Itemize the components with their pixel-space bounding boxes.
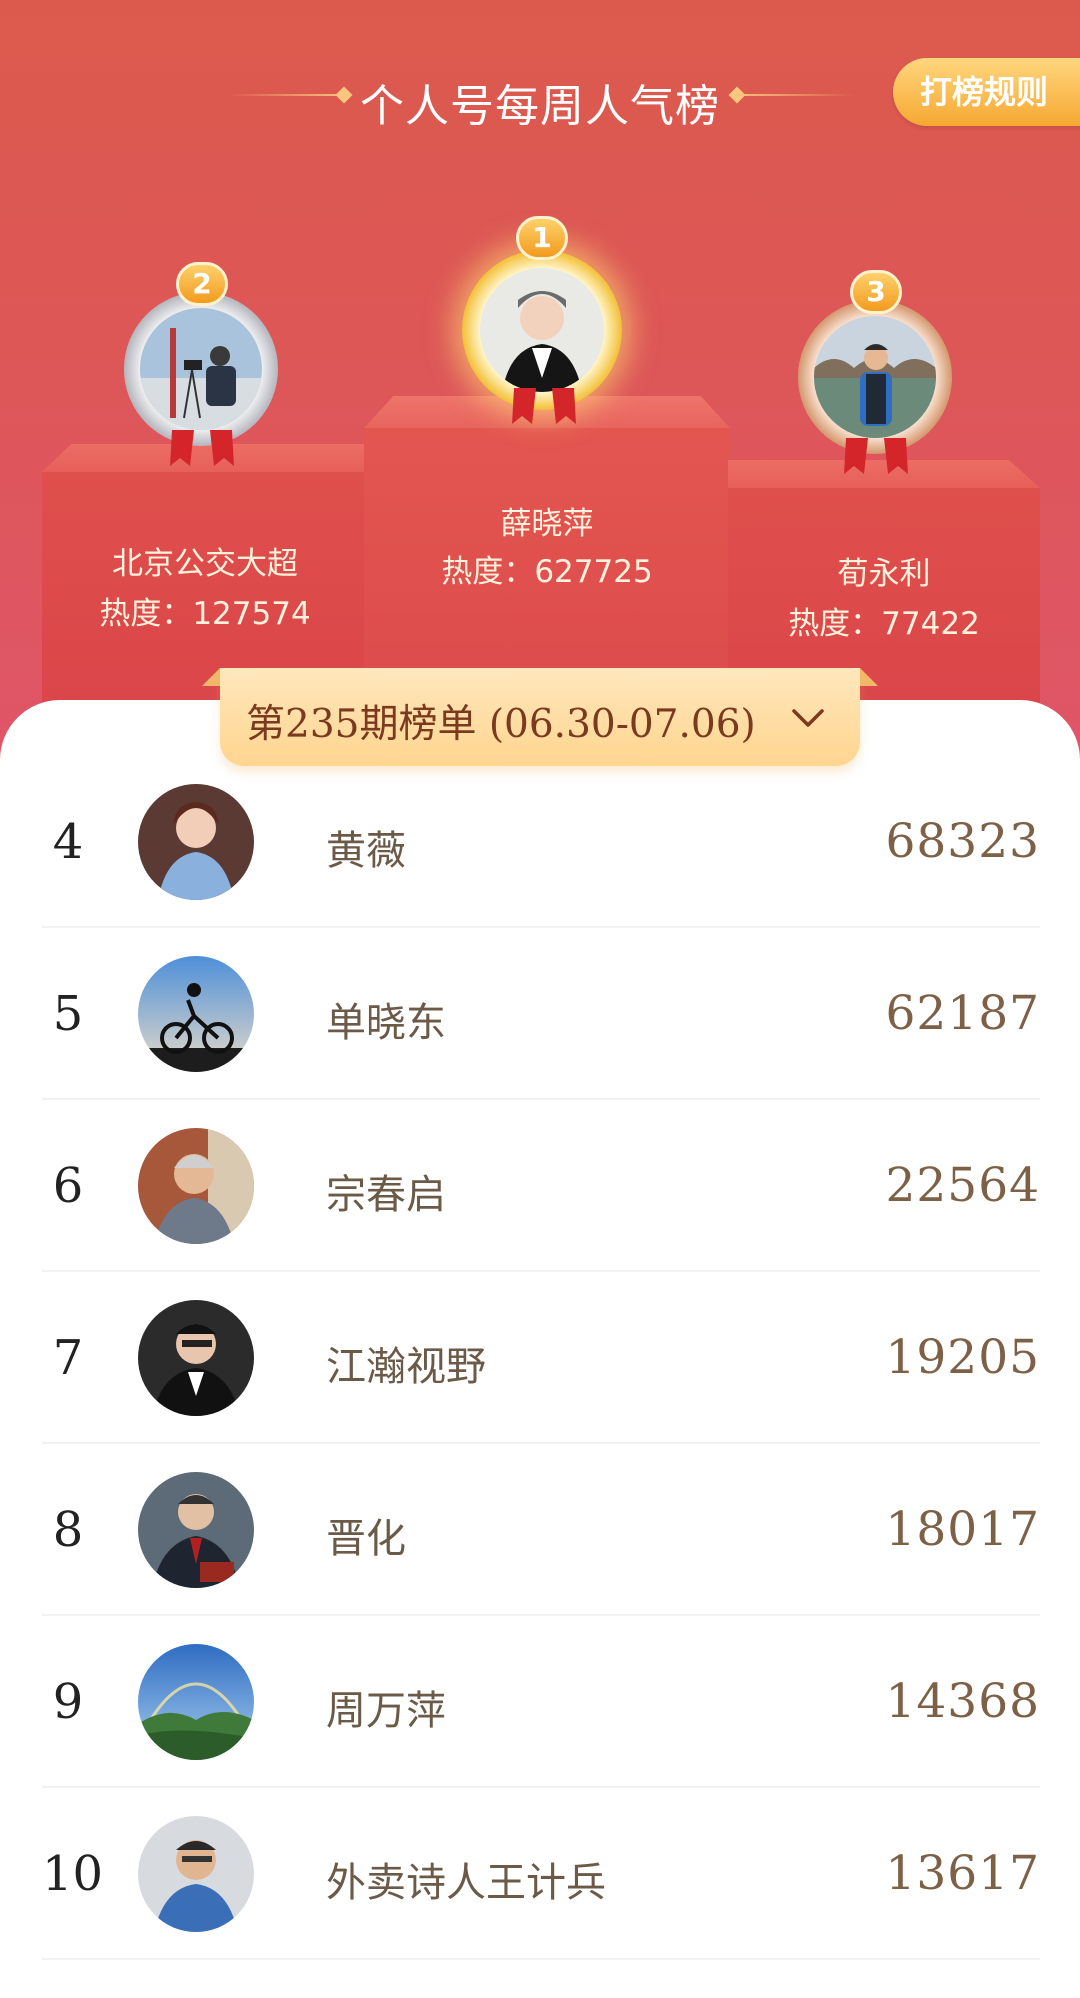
avatar[interactable] [138, 1300, 254, 1416]
hero-banner: 个人号每周人气榜 打榜规则 北京公交大超 热度：127574 薛晓萍 热度：62… [0, 0, 1080, 780]
user-name: 单晓东 [326, 1000, 446, 1046]
medal-silver[interactable]: 2 [124, 262, 284, 466]
list-item[interactable]: 9 周万萍 14368 [42, 1616, 1040, 1788]
avatar[interactable] [138, 1128, 254, 1244]
avatar [480, 268, 604, 392]
title-decoration-right [739, 94, 854, 96]
page-title: 个人号每周人气榜 [360, 81, 720, 132]
avatar[interactable] [138, 1472, 254, 1588]
avatar[interactable] [138, 1644, 254, 1760]
list-item[interactable]: 6 宗春启 22564 [42, 1100, 1040, 1272]
rank-badge: 1 [516, 216, 568, 260]
avatar[interactable] [138, 1816, 254, 1932]
ribbon-icon [506, 388, 582, 432]
user-name: 周万萍 [326, 1688, 446, 1734]
podium-name: 荀永利 [837, 556, 931, 592]
podium-name: 北京公交大超 [112, 546, 298, 582]
podium-heat: 热度：627725 [441, 554, 653, 590]
rank-badge: 3 [850, 270, 902, 314]
podium-heat: 热度：127574 [99, 596, 311, 632]
ribbon-icon [838, 438, 914, 482]
score: 22564 [885, 1158, 1040, 1213]
rules-button[interactable]: 打榜规则 [893, 58, 1080, 126]
avatar [814, 316, 936, 438]
rank-number: 4 [52, 814, 84, 870]
period-label: 第235期榜单 (06.30-07.06) [246, 702, 756, 747]
score: 13617 [885, 1846, 1040, 1901]
score: 19205 [885, 1330, 1040, 1385]
podium-heat: 热度：77422 [788, 606, 980, 642]
score: 14368 [885, 1674, 1040, 1729]
avatar [140, 308, 262, 430]
title-decoration-left [228, 94, 343, 96]
rank-number: 5 [52, 986, 84, 1042]
list-item[interactable]: 5 单晓东 62187 [42, 928, 1040, 1100]
score: 68323 [885, 814, 1040, 869]
user-name: 外卖诗人王计兵 [326, 1860, 606, 1906]
medal-gold[interactable]: 1 [462, 216, 622, 424]
ranking-panel: 4 黄薇 68323 5 单晓东 62187 6 宗春启 22564 7 江瀚视… [0, 700, 1080, 1998]
avatar[interactable] [138, 956, 254, 1072]
list-item[interactable]: 8 晋化 18017 [42, 1444, 1040, 1616]
rank-number: 10 [42, 1846, 104, 1902]
user-name: 晋化 [326, 1516, 406, 1562]
rank-number: 8 [52, 1502, 84, 1558]
user-name: 黄薇 [326, 828, 406, 874]
score: 62187 [885, 986, 1040, 1041]
rank-number: 6 [52, 1158, 84, 1214]
ribbon-icon [164, 430, 240, 474]
rank-number: 9 [52, 1674, 84, 1730]
user-name: 宗春启 [326, 1172, 446, 1218]
list-item[interactable]: 7 江瀚视野 19205 [42, 1272, 1040, 1444]
period-selector[interactable]: 第235期榜单 (06.30-07.06) [202, 668, 878, 766]
avatar[interactable] [138, 784, 254, 900]
rank-badge: 2 [176, 262, 228, 306]
chevron-down-icon[interactable] [788, 698, 828, 738]
user-name: 江瀚视野 [326, 1344, 486, 1390]
list-item[interactable]: 10 外卖诗人王计兵 13617 [42, 1788, 1040, 1960]
medal-bronze[interactable]: 3 [798, 270, 958, 474]
podium-name: 薛晓萍 [500, 506, 594, 542]
score: 18017 [885, 1502, 1040, 1557]
rank-number: 7 [52, 1330, 84, 1386]
list-item[interactable]: 4 黄薇 68323 [42, 756, 1040, 928]
